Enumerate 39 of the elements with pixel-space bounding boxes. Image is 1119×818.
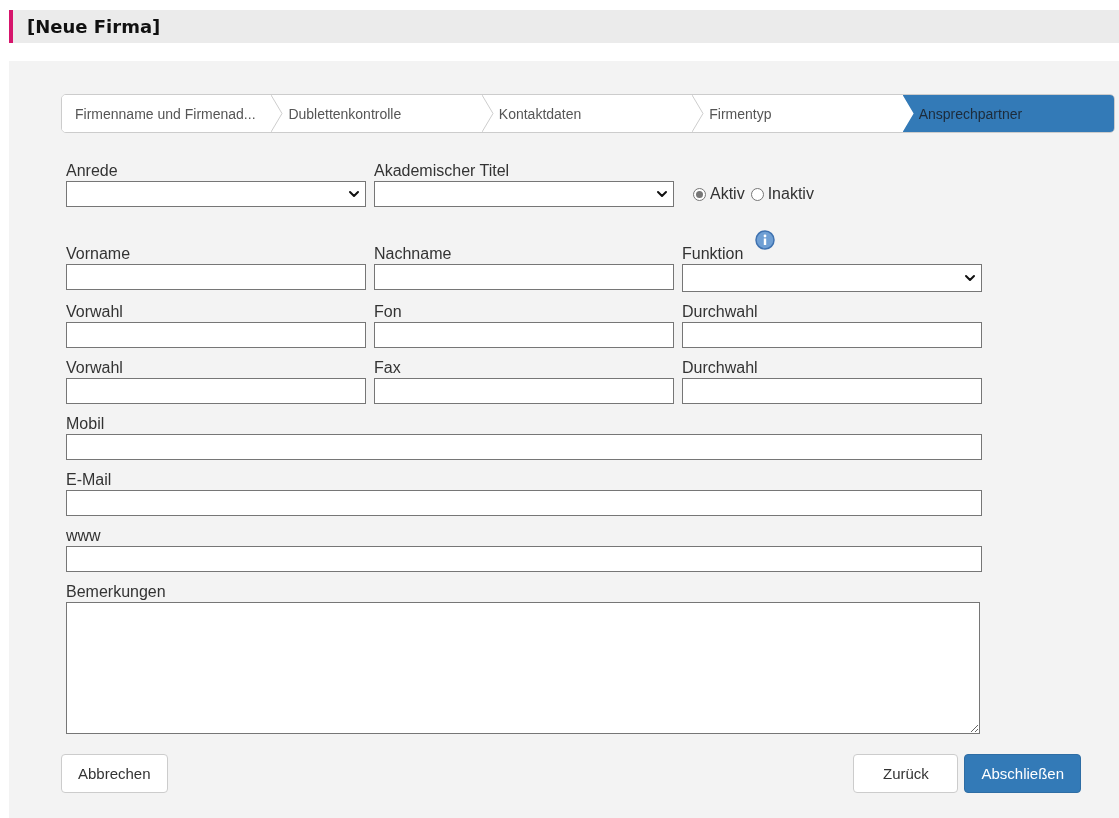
finish-button[interactable]: Abschließen xyxy=(964,754,1081,793)
text-field[interactable] xyxy=(374,264,674,290)
field-label: Vorname xyxy=(66,244,131,264)
radio-button[interactable] xyxy=(693,187,706,201)
text-field[interactable] xyxy=(66,490,982,516)
field-label: Durchwahl xyxy=(682,302,758,322)
text-field[interactable] xyxy=(374,322,674,348)
field-label: Anrede xyxy=(66,161,118,181)
text-field[interactable] xyxy=(66,322,366,348)
field-label: Fon xyxy=(374,302,402,322)
select-field[interactable] xyxy=(682,264,982,292)
action-button[interactable]: Abbrechen xyxy=(61,754,168,793)
field-label: Mobil xyxy=(66,414,105,434)
field-label: Durchwahl xyxy=(682,358,758,378)
text-field[interactable] xyxy=(682,378,982,404)
radio-button[interactable] xyxy=(750,187,764,201)
field-label: Vorwahl xyxy=(66,302,123,322)
action-button[interactable]: Zurück xyxy=(853,754,959,793)
text-field[interactable] xyxy=(682,322,982,348)
select-field[interactable] xyxy=(374,181,674,207)
radio-label: Aktiv xyxy=(710,185,745,203)
select-field[interactable] xyxy=(66,181,366,207)
field-label: Funktion xyxy=(682,244,744,264)
field-label: Fax xyxy=(374,358,401,378)
text-field[interactable] xyxy=(66,264,366,290)
text-field[interactable] xyxy=(66,546,982,572)
field-label: www xyxy=(66,526,101,546)
text-field[interactable] xyxy=(374,378,674,404)
text-field[interactable] xyxy=(66,434,982,460)
field-label: Nachname xyxy=(374,244,452,264)
radio-label: Inaktiv xyxy=(767,185,814,203)
field-label: Vorwahl xyxy=(66,358,123,378)
info-icon[interactable] xyxy=(755,230,776,250)
field-label: Bemerkungen xyxy=(66,582,166,602)
field-label: Akademischer Titel xyxy=(374,161,510,181)
field-label: E-Mail xyxy=(66,470,112,490)
text-field[interactable] xyxy=(66,378,366,404)
page-title: [Neue Firma] xyxy=(27,16,161,37)
comments-field[interactable] xyxy=(66,602,980,734)
